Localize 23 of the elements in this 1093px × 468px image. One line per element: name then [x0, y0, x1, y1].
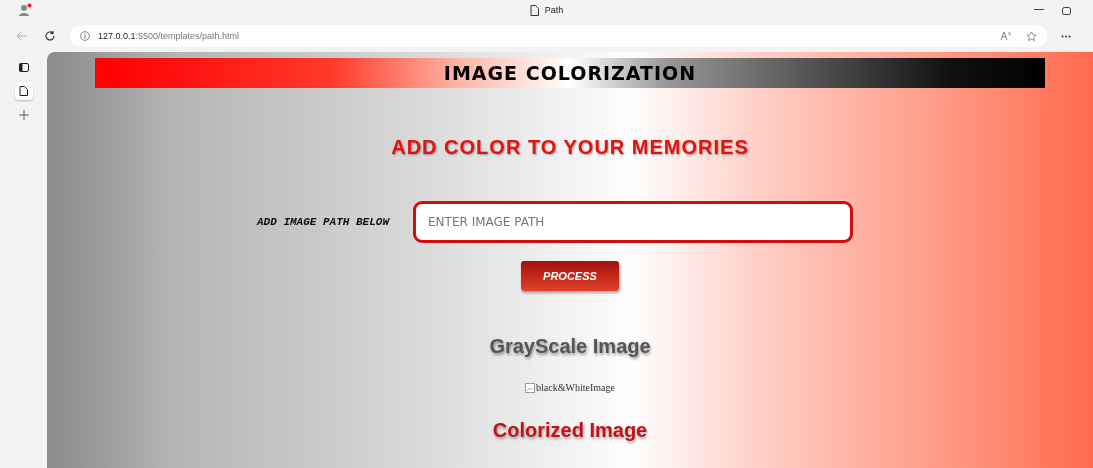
minimize-icon[interactable]: [1034, 9, 1044, 11]
refresh-icon[interactable]: [44, 30, 56, 42]
process-button[interactable]: PROCESS: [521, 261, 619, 291]
page-icon[interactable]: [19, 86, 28, 96]
banner-title: IMAGE COLORIZATION: [443, 62, 697, 84]
favorite-icon[interactable]: [1026, 30, 1037, 42]
new-tab-icon[interactable]: [18, 110, 29, 120]
restore-icon[interactable]: [1062, 5, 1071, 15]
url-text[interactable]: 127.0.0.1:5500/templates/path.html: [98, 31, 240, 41]
profile-icon[interactable]: [18, 3, 32, 17]
page-icon: [529, 4, 539, 16]
image-alt-text: black&WhiteImage: [536, 382, 615, 393]
tab-actions-icon[interactable]: [18, 62, 29, 72]
path-label: ADD IMAGE PATH BELOW: [257, 216, 389, 228]
info-icon[interactable]: [80, 31, 90, 41]
more-icon[interactable]: [1061, 34, 1071, 38]
path-input-field[interactable]: ENTER IMAGE PATH: [413, 201, 853, 243]
broken-image-icon: [525, 382, 536, 393]
headline: ADD COLOR TO YOUR MEMORIES: [391, 136, 749, 159]
colorized-heading: Colorized Image: [492, 419, 648, 442]
grayscale-heading: GrayScale Image: [489, 335, 651, 358]
window-title: Path: [544, 5, 564, 15]
read-aloud-icon[interactable]: [1000, 31, 1012, 41]
